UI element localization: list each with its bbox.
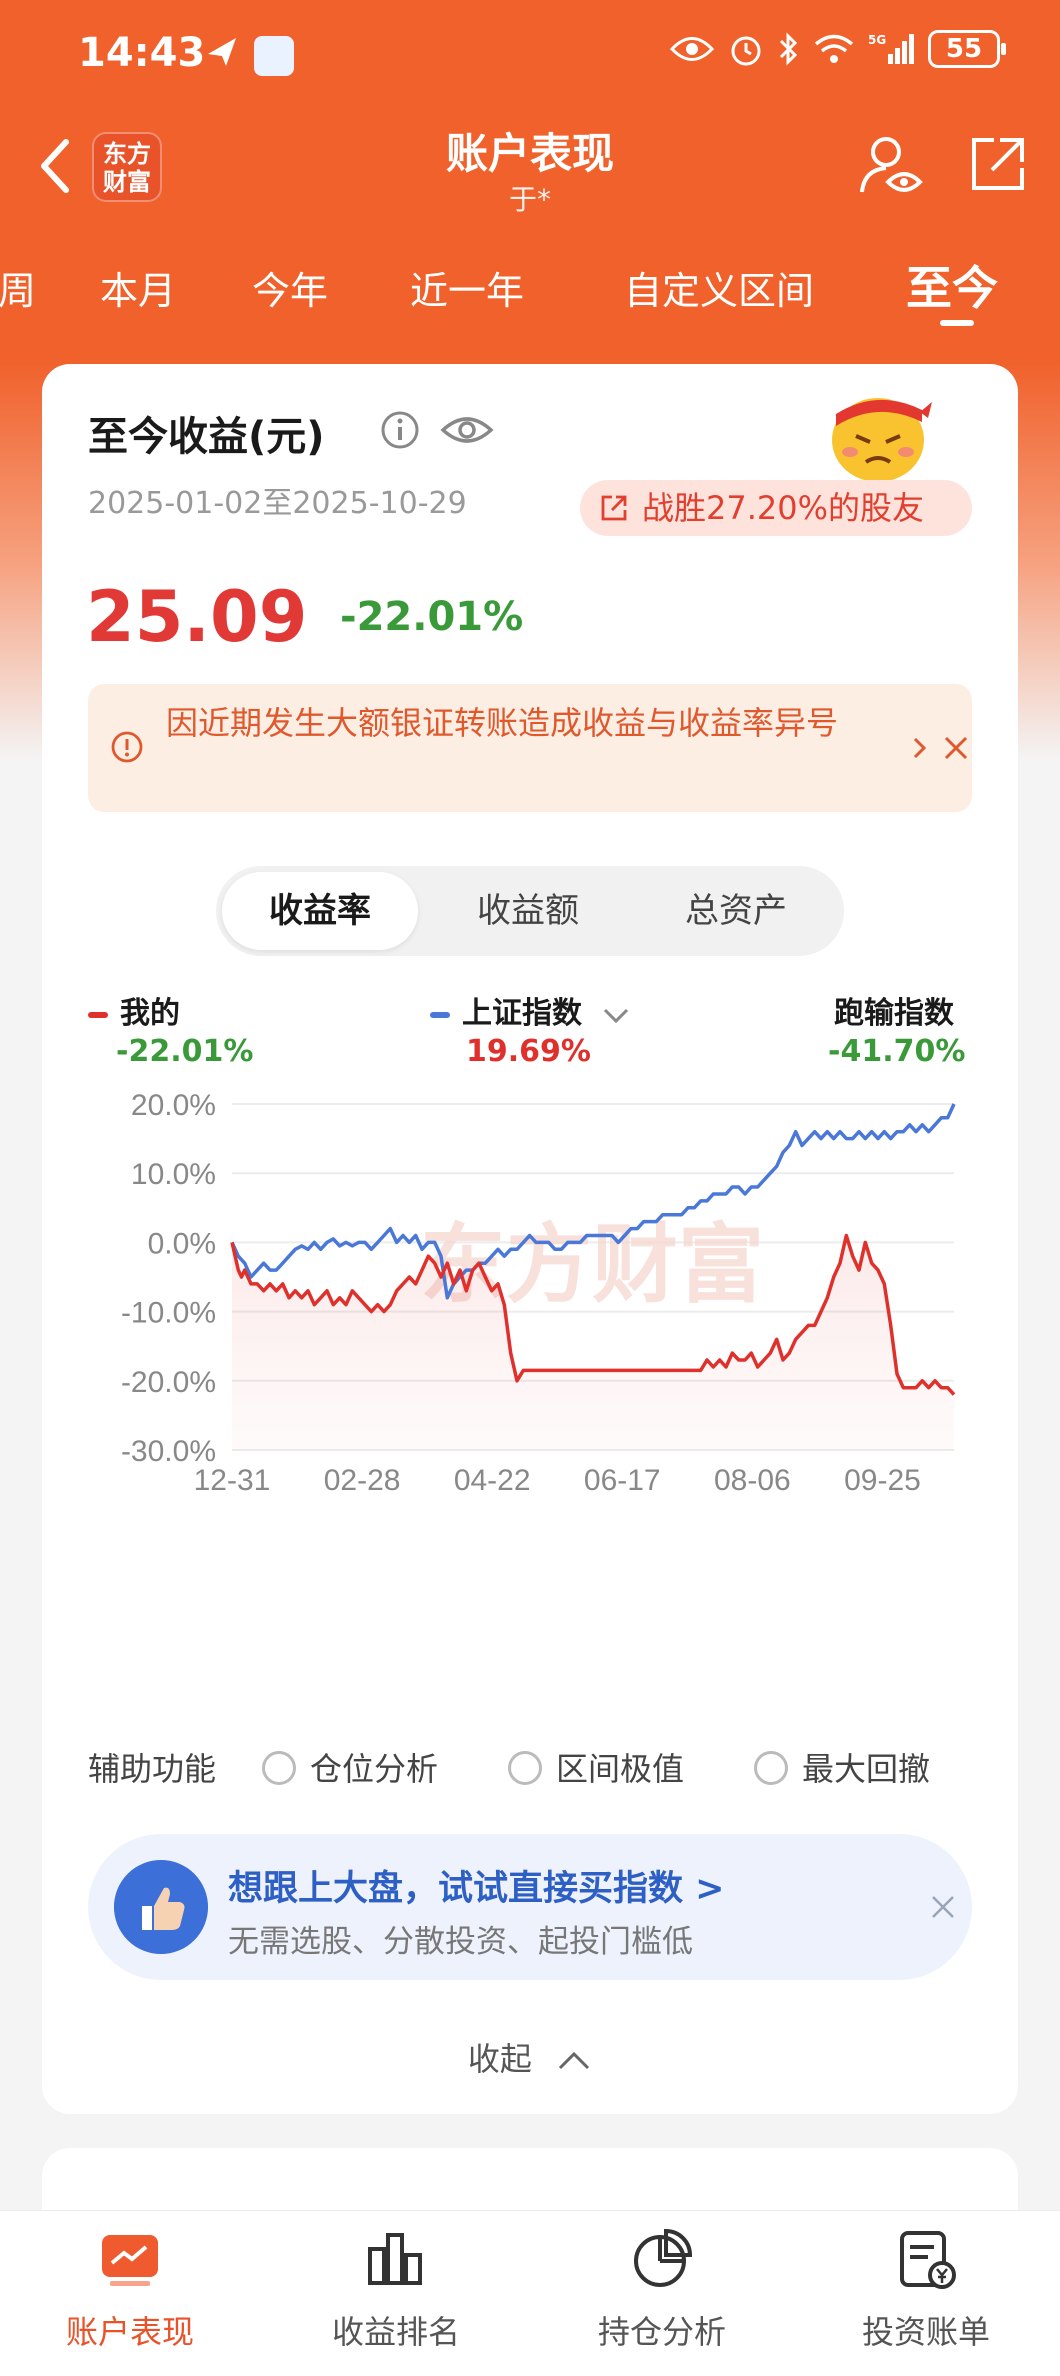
- legend-index-value: 19.69%: [466, 1034, 591, 1069]
- segment-return-rate[interactable]: 收益率: [222, 872, 418, 950]
- performance-chart-icon: [102, 2235, 158, 2286]
- tab-this-year[interactable]: 今年: [252, 260, 328, 315]
- status-time: 14:43: [78, 30, 206, 76]
- radio-circle-icon: [754, 1751, 788, 1785]
- segment-profit-amount[interactable]: 收益额: [430, 872, 626, 950]
- send-icon: [208, 38, 236, 66]
- bar-chart-icon: [368, 2233, 422, 2285]
- radio-circle-icon: [508, 1751, 542, 1785]
- alarm-icon: [731, 36, 761, 66]
- transfer-notice[interactable]: 因近期发生大额银证转账造成收益与收益率异号: [88, 684, 972, 812]
- legend-mine-marker: [88, 1011, 108, 1018]
- metric-segmented-control: 收益率 收益额 总资产: [216, 866, 844, 956]
- period-tabs: 周 本月 今年 近一年 自定义区间 至今: [0, 240, 1060, 330]
- performance-card: 至今收益(元) 2025-01-02至2025-10-29 战胜27.20%的股…: [42, 364, 1018, 2114]
- y-tick-label: -10.0%: [121, 1297, 216, 1330]
- chevron-up-icon: [559, 2051, 590, 2070]
- option-position-analysis-label: 仓位分析: [310, 1750, 439, 1788]
- info-icon[interactable]: [380, 410, 420, 450]
- y-tick-label: 0.0%: [148, 1227, 216, 1260]
- x-tick-label: 04-22: [454, 1464, 531, 1497]
- nav-profit-ranking-label: 收益排名: [331, 2313, 460, 2351]
- app-header: 东方 财富 账户表现 于*: [0, 112, 1060, 222]
- warning-icon: [111, 731, 143, 763]
- legend-index-name: 上证指数: [462, 996, 582, 1031]
- promo-subtitle: 无需选股、分散投资、起投门槛低: [228, 1924, 693, 1960]
- wifi-icon: [814, 34, 854, 63]
- total-return-rate: -22.01%: [340, 594, 524, 640]
- beat-peers-text: 战胜27.20%的股友: [642, 489, 925, 527]
- option-range-extremes-label: 区间极值: [556, 1750, 685, 1788]
- close-icon[interactable]: [930, 1894, 956, 1920]
- legend-index-marker: [430, 1011, 450, 1018]
- segment-total-assets[interactable]: 总资产: [638, 872, 834, 950]
- nav-investment-bill[interactable]: 投资账单: [826, 2227, 1026, 2353]
- tab-custom-range[interactable]: 自定义区间: [624, 260, 814, 315]
- x-tick-label: 06-17: [584, 1464, 661, 1497]
- chevron-right-icon[interactable]: [910, 734, 930, 762]
- battery-indicator: 55: [928, 30, 1006, 68]
- share-small-icon: [601, 495, 627, 521]
- legend-mine-value: -22.01%: [116, 1034, 254, 1069]
- user-privacy-icon[interactable]: [858, 134, 924, 200]
- tab-last-year[interactable]: 近一年: [410, 260, 524, 315]
- nav-profit-ranking[interactable]: 收益排名: [296, 2227, 496, 2353]
- y-tick-label: -20.0%: [121, 1366, 216, 1399]
- thumbs-up-icon: [114, 1860, 208, 1954]
- legend-mine: 我的 -22.01%: [88, 988, 253, 1069]
- x-tick-label: 08-06: [714, 1464, 791, 1497]
- nav-account-performance[interactable]: 账户表现: [30, 2227, 230, 2353]
- legend-index[interactable]: 上证指数 19.69%: [430, 988, 630, 1069]
- tab-week[interactable]: 周: [0, 260, 36, 315]
- close-icon[interactable]: [942, 734, 970, 762]
- mascot-icon: [832, 398, 932, 482]
- chevron-down-icon[interactable]: [602, 1005, 630, 1025]
- status-icons: 5G 55: [670, 30, 1006, 68]
- notice-text: 因近期发生大额银证转账造成收益与收益率异号: [166, 704, 839, 742]
- bluetooth-icon: [779, 32, 798, 66]
- index-promo-banner[interactable]: 想跟上大盘，试试直接买指数 > 无需选股、分散投资、起投门槛低: [88, 1834, 972, 1980]
- active-tab-indicator: [940, 320, 974, 326]
- tab-since-inception[interactable]: 至今: [906, 252, 998, 318]
- nav-holdings-analysis[interactable]: 持仓分析: [562, 2227, 762, 2353]
- tab-this-month[interactable]: 本月: [100, 260, 176, 315]
- legend-underperform: 跑输指数 -41.70%: [828, 988, 965, 1069]
- legend-mine-name: 我的: [120, 996, 180, 1031]
- collapse-label: 收起: [467, 2040, 532, 2078]
- date-range: 2025-01-02至2025-10-29: [88, 486, 467, 521]
- eye-status-icon: [670, 37, 714, 61]
- assist-label: 辅助功能: [88, 1750, 217, 1788]
- return-chart[interactable]: 20.0%10.0%0.0%-10.0%-20.0%-30.0%12-31 02-…: [42, 1074, 1018, 1497]
- x-tick-label: 02-28: [324, 1464, 401, 1497]
- option-max-drawdown[interactable]: 最大回撤: [754, 1744, 930, 1790]
- status-bar: 14:43 5G 55: [0, 0, 1060, 112]
- x-tick-label: 12-31: [194, 1464, 271, 1497]
- radio-circle-icon: [262, 1751, 296, 1785]
- x-tick-label: 09-25: [844, 1464, 921, 1497]
- share-icon[interactable]: [966, 134, 1028, 196]
- collapse-button[interactable]: 收起: [42, 2034, 1018, 2080]
- legend-underperform-value: -41.70%: [828, 1034, 966, 1069]
- profit-title: 至今收益(元): [88, 414, 325, 460]
- promo-title: 想跟上大盘，试试直接买指数 >: [228, 1869, 725, 1909]
- option-range-extremes[interactable]: 区间极值: [508, 1744, 684, 1790]
- option-max-drawdown-label: 最大回撤: [802, 1750, 931, 1788]
- y-tick-label: 10.0%: [131, 1158, 216, 1191]
- option-position-analysis[interactable]: 仓位分析: [262, 1744, 438, 1790]
- network-text: 5G: [868, 33, 886, 47]
- bottom-navigation: 账户表现 收益排名 持仓分析 投资账单: [0, 2210, 1060, 2376]
- nav-account-performance-label: 账户表现: [65, 2313, 194, 2351]
- signal-icon: 5G: [868, 33, 914, 64]
- beat-peers-badge[interactable]: 战胜27.20%的股友: [580, 480, 972, 536]
- total-profit-value: 25.09: [86, 576, 308, 658]
- pie-chart-icon: [634, 2228, 693, 2287]
- visibility-toggle-icon[interactable]: [440, 408, 494, 452]
- nav-holdings-analysis-label: 持仓分析: [597, 2313, 726, 2351]
- bill-icon: [900, 2231, 956, 2289]
- legend-underperform-name: 跑输指数: [834, 996, 954, 1031]
- y-tick-label: 20.0%: [131, 1089, 216, 1122]
- nav-investment-bill-label: 投资账单: [861, 2313, 990, 2351]
- app-notification-icon: [254, 36, 294, 76]
